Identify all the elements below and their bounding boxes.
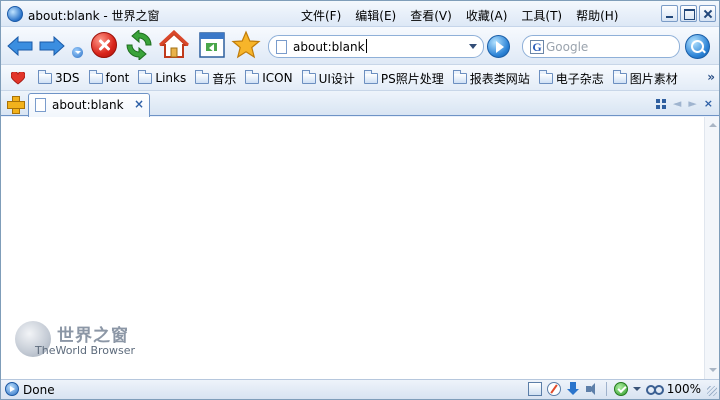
bookmark-report-sites[interactable]: 报表类网站 <box>452 69 530 86</box>
bookmark-e-magazine[interactable]: 电子杂志 <box>538 69 604 86</box>
status-page-icon <box>5 382 19 396</box>
bookmark-ps-photo[interactable]: PS照片处理 <box>363 69 444 86</box>
google-icon[interactable]: G <box>530 40 544 54</box>
menu-file[interactable]: 文件(F) <box>301 7 341 23</box>
folder-icon <box>612 69 627 84</box>
bookmarks-bar: 3DS font Links 音乐 ICON UI设计 PS照片处理 报表类网站… <box>1 65 719 91</box>
scroll-down-icon[interactable] <box>706 363 719 377</box>
theworld-app-icon[interactable] <box>7 6 23 22</box>
back-arrow-icon <box>7 36 33 56</box>
folder-icon <box>452 69 467 84</box>
menu-edit[interactable]: 编辑(E) <box>355 7 396 23</box>
history-dropdown-icon[interactable] <box>72 47 83 58</box>
menu-help[interactable]: 帮助(H) <box>576 7 618 23</box>
home-button[interactable] <box>158 29 190 60</box>
tab-tools: ◄ ► × <box>655 97 713 110</box>
tab-label: about:blank <box>52 98 124 112</box>
heart-icon[interactable] <box>11 72 25 85</box>
favorites-button[interactable] <box>231 30 261 60</box>
folder-icon <box>88 69 103 84</box>
menu-bar: 文件(F) 编辑(E) 查看(V) 收藏(A) 工具(T) 帮助(H) <box>301 7 618 23</box>
favorites-star-icon <box>231 30 261 59</box>
resize-grip[interactable] <box>707 386 717 396</box>
tab-close-button[interactable]: × <box>134 97 144 111</box>
stop-button[interactable] <box>90 30 120 60</box>
page-icon <box>35 98 46 112</box>
menu-tools[interactable]: 工具(T) <box>521 7 562 23</box>
network-icon[interactable] <box>527 382 542 396</box>
forward-arrow-icon <box>39 36 65 56</box>
folder-icon <box>538 69 553 84</box>
menu-view[interactable]: 查看(V) <box>410 7 452 23</box>
bookmark-music[interactable]: 音乐 <box>195 69 236 86</box>
browser-window: about:blank - 世界之窗 文件(F) 编辑(E) 查看(V) 收藏(… <box>0 0 720 400</box>
back-button[interactable] <box>7 30 37 60</box>
address-bar[interactable]: about:blank <box>268 35 484 58</box>
address-dropdown-icon[interactable] <box>469 44 477 49</box>
tab-scroll-right-icon[interactable]: ► <box>688 97 696 110</box>
feed-icon <box>199 32 225 58</box>
bookmark-list: 3DS font Links 音乐 ICON UI设计 PS照片处理 报表类网站… <box>38 69 687 86</box>
folder-icon <box>38 69 52 84</box>
search-button[interactable] <box>685 34 710 59</box>
address-input[interactable]: about:blank <box>293 39 367 54</box>
title-bar: about:blank - 世界之窗 文件(F) 编辑(E) 查看(V) 收藏(… <box>1 1 719 27</box>
bookmark-3ds[interactable]: 3DS <box>38 69 80 86</box>
security-dropdown-icon[interactable] <box>632 387 641 391</box>
download-icon[interactable] <box>566 382 580 396</box>
refresh-button[interactable] <box>124 28 154 62</box>
window-title: about:blank - 世界之窗 <box>28 9 160 23</box>
refresh-icon <box>126 28 152 62</box>
watermark-chinese-name: 世界之窗 <box>57 326 129 346</box>
tab-about-blank[interactable]: about:blank × <box>28 93 150 117</box>
bookmark-image-assets[interactable]: 图片素材 <box>612 69 678 86</box>
zoom-level[interactable]: 100% <box>667 382 701 396</box>
search-box: G <box>522 35 680 58</box>
folder-icon <box>195 69 210 84</box>
page-content[interactable]: 世界之窗 TheWorld Browser <box>1 117 704 379</box>
status-separator <box>605 382 607 396</box>
watermark-english-name: TheWorld Browser <box>35 344 136 357</box>
new-tab-plus-icon[interactable] <box>7 96 25 114</box>
tab-scroll-left-icon[interactable]: ◄ <box>673 97 681 110</box>
bookmark-icon[interactable]: ICON <box>245 69 293 86</box>
scroll-up-icon[interactable] <box>706 119 719 133</box>
forward-button[interactable] <box>39 30 69 60</box>
security-check-icon[interactable] <box>613 382 628 396</box>
stop-icon <box>91 32 117 58</box>
bookmark-ui-design[interactable]: UI设计 <box>301 69 355 86</box>
compass-icon[interactable] <box>546 382 561 396</box>
sound-icon[interactable] <box>585 382 599 396</box>
theworld-watermark: 世界之窗 TheWorld Browser <box>15 319 145 363</box>
tab-list-grid-icon[interactable] <box>655 98 666 109</box>
page-icon <box>276 40 287 54</box>
folder-icon <box>245 69 260 84</box>
navigation-toolbar: about:blank G <box>1 27 719 65</box>
tab-bar: about:blank × ◄ ► × <box>1 91 719 117</box>
text-caret <box>365 39 367 53</box>
vertical-scrollbar[interactable] <box>704 117 719 379</box>
minimize-button[interactable] <box>661 5 678 22</box>
zoom-icon[interactable] <box>645 383 664 395</box>
home-icon <box>158 29 190 58</box>
menu-favorites[interactable]: 收藏(A) <box>466 7 508 23</box>
feed-button[interactable] <box>197 30 227 60</box>
folder-icon <box>138 69 153 84</box>
status-bar: Done 100% <box>1 379 719 399</box>
window-controls <box>661 5 716 22</box>
search-input[interactable] <box>546 38 674 55</box>
bookmarks-more-button[interactable]: » <box>707 70 715 84</box>
status-tools: 100% <box>527 382 701 396</box>
close-window-button[interactable] <box>699 5 716 22</box>
folder-icon <box>301 69 316 84</box>
folder-icon <box>363 69 378 84</box>
go-button[interactable] <box>487 35 510 58</box>
status-text: Done <box>23 383 55 397</box>
maximize-button[interactable] <box>680 5 697 22</box>
bookmark-font[interactable]: font <box>88 69 129 86</box>
close-tabs-button[interactable]: × <box>704 97 713 110</box>
bookmark-links[interactable]: Links <box>138 69 186 86</box>
